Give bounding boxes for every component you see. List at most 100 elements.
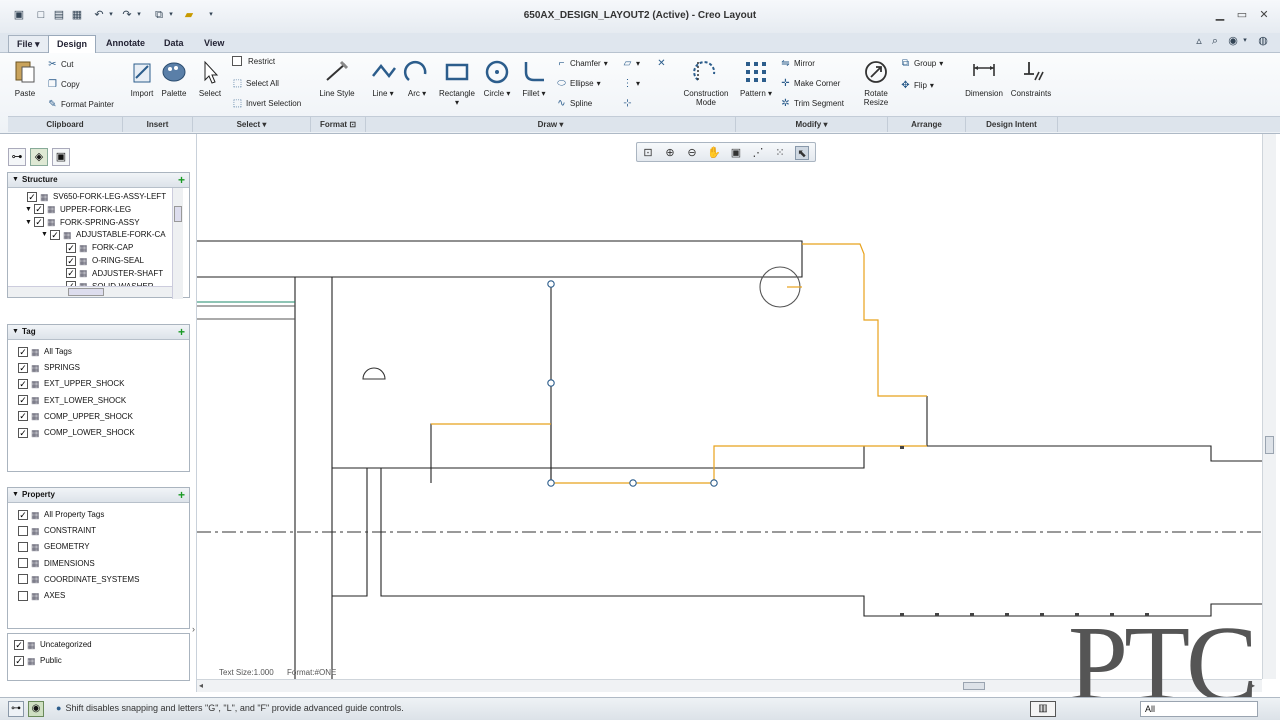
pattern-button[interactable]: Pattern ▾ bbox=[738, 58, 774, 98]
ellipse-button[interactable]: ⬭ Ellipse ▾ bbox=[556, 78, 600, 89]
line-style-button[interactable]: Line Style bbox=[318, 58, 356, 98]
structure-item[interactable]: ▼ ✓ ▦ FORK-SPRING-ASSY bbox=[25, 216, 140, 229]
pan-icon[interactable]: ✋ bbox=[707, 146, 721, 160]
maximize-icon[interactable]: ▭ bbox=[1235, 9, 1249, 22]
category-item[interactable]: ✓ ▦ Public bbox=[14, 654, 62, 667]
point-button[interactable]: ⋮ ▾ bbox=[622, 78, 641, 89]
vertex-point[interactable] bbox=[547, 280, 555, 288]
folder-icon[interactable]: ▰ bbox=[182, 8, 196, 22]
copy-button[interactable]: ❐ Copy bbox=[47, 79, 80, 90]
format-painter-button[interactable]: ✎ Format Painter bbox=[47, 99, 114, 110]
trim-segment-button[interactable]: ✲ Trim Segment bbox=[780, 98, 844, 109]
group-modify[interactable]: Modify ▾ bbox=[736, 116, 888, 132]
structure-checkbox[interactable]: ✓ bbox=[66, 268, 76, 279]
group-draw[interactable]: Draw ▾ bbox=[366, 116, 736, 132]
pane-expand-icon[interactable]: › bbox=[192, 624, 195, 634]
layout-sketch[interactable] bbox=[197, 134, 1262, 679]
tag-checkbox[interactable]: ✓ bbox=[18, 378, 28, 389]
line-button[interactable]: Line ▾ bbox=[366, 58, 400, 98]
expand-icon[interactable]: ▼ bbox=[25, 219, 34, 226]
collapse-icon[interactable]: ▼ bbox=[12, 173, 19, 187]
structure-item[interactable]: ▼ ✓ ▦ ADJUSTABLE-FORK-CA bbox=[41, 228, 166, 241]
invert-selection-button[interactable]: ⬚ Invert Selection bbox=[232, 98, 301, 109]
customize-toolbar-icon[interactable]: ▾ bbox=[204, 8, 218, 22]
category-checkbox[interactable]: ✓ bbox=[14, 655, 24, 666]
property-checkbox[interactable]: ✓ bbox=[18, 509, 28, 520]
minimize-icon[interactable]: ▁ bbox=[1213, 9, 1227, 22]
construction-mode-button[interactable]: Construction Mode bbox=[680, 58, 732, 107]
property-item[interactable]: ▦ CONSTRAINT bbox=[18, 524, 96, 537]
tab-annotate[interactable]: Annotate bbox=[98, 35, 153, 53]
lower-profile-line[interactable] bbox=[380, 468, 1262, 617]
tag-item[interactable]: ✓ ▦ EXT_UPPER_SHOCK bbox=[18, 377, 124, 390]
model-tree-icon[interactable]: ⊶ bbox=[8, 148, 26, 166]
circle-button[interactable]: Circle ▾ bbox=[478, 58, 516, 98]
spline-button[interactable]: ∿ Spline bbox=[556, 98, 592, 109]
selection-filter[interactable]: All bbox=[1140, 701, 1258, 717]
help-dropdown-icon[interactable]: ▾ bbox=[1238, 34, 1252, 48]
property-item[interactable]: ▦ AXES bbox=[18, 589, 65, 602]
category-item[interactable]: ✓ ▦ Uncategorized bbox=[14, 638, 92, 651]
constraints-button[interactable]: Constraints bbox=[1008, 58, 1054, 98]
tag-checkbox[interactable]: ✓ bbox=[18, 362, 28, 373]
chamfer-button[interactable]: ⌐ Chamfer ▾ bbox=[556, 58, 608, 69]
structure-checkbox[interactable]: ✓ bbox=[27, 191, 37, 202]
expand-icon[interactable]: ▼ bbox=[41, 231, 50, 238]
snap-icon[interactable]: ⋰ bbox=[751, 146, 765, 160]
open-icon[interactable]: ▤ bbox=[52, 8, 66, 22]
tag-item[interactable]: ✓ ▦ All Tags bbox=[18, 345, 72, 358]
structure-item[interactable]: ✓ ▦ ADJUSTER-SHAFT bbox=[66, 267, 163, 280]
paste-button[interactable]: Paste bbox=[8, 58, 42, 98]
zoom-out-icon[interactable]: ⊖ bbox=[685, 146, 699, 160]
search-icon[interactable]: ⌕ bbox=[1208, 34, 1222, 48]
property-checkbox[interactable] bbox=[18, 541, 28, 552]
select-mode-icon[interactable]: ⬉ bbox=[795, 146, 809, 160]
canvas-vscroll-thumb[interactable] bbox=[1265, 436, 1274, 454]
group-format[interactable]: Format ⊡ bbox=[311, 116, 366, 132]
tag-checkbox[interactable]: ✓ bbox=[18, 427, 28, 438]
vertex-point[interactable] bbox=[547, 379, 555, 387]
structure-vscroll-thumb[interactable] bbox=[174, 206, 182, 222]
add-icon[interactable]: + bbox=[178, 325, 185, 339]
property-checkbox[interactable] bbox=[18, 574, 28, 585]
save-icon[interactable]: ▦ bbox=[70, 8, 84, 22]
import-button[interactable]: Import bbox=[126, 58, 158, 98]
group-insert[interactable]: Insert bbox=[123, 116, 193, 132]
category-checkbox[interactable]: ✓ bbox=[14, 639, 24, 650]
graphics-canvas[interactable]: Text Size:1.000 Format:#ONE bbox=[197, 134, 1262, 679]
cut-button[interactable]: ✂ Cut bbox=[47, 59, 73, 70]
structure-hscroll[interactable] bbox=[8, 286, 172, 297]
online-icon[interactable]: ◍ bbox=[1256, 34, 1270, 48]
property-checkbox[interactable] bbox=[18, 590, 28, 601]
mirror-button[interactable]: ⇋ Mirror bbox=[780, 58, 815, 69]
structure-item[interactable]: ✓ ▦ SV650-FORK-LEG-ASSY-LEFT bbox=[18, 190, 166, 203]
layers-icon[interactable]: ◈ bbox=[30, 148, 48, 166]
structure-checkbox[interactable]: ✓ bbox=[34, 204, 44, 215]
canvas-hscroll-thumb[interactable] bbox=[963, 682, 985, 690]
collapse-icon[interactable]: ▼ bbox=[12, 325, 19, 339]
tag-checkbox[interactable]: ✓ bbox=[18, 395, 28, 406]
tag-item[interactable]: ✓ ▦ SPRINGS bbox=[18, 361, 80, 374]
tag-item[interactable]: ✓ ▦ COMP_LOWER_SHOCK bbox=[18, 426, 135, 439]
tag-item[interactable]: ✓ ▦ EXT_LOWER_SHOCK bbox=[18, 394, 126, 407]
property-checkbox[interactable] bbox=[18, 525, 28, 536]
sheets-icon[interactable]: ▣ bbox=[52, 148, 70, 166]
rotate-resize-button[interactable]: Rotate Resize bbox=[858, 58, 894, 107]
parallelogram-button[interactable]: ▱ ▾ bbox=[622, 58, 640, 69]
structure-hscroll-thumb[interactable] bbox=[68, 288, 104, 296]
canvas-vscroll[interactable] bbox=[1262, 134, 1276, 679]
close-icon[interactable]: ✕ bbox=[1257, 9, 1271, 22]
tab-design[interactable]: Design bbox=[48, 35, 97, 53]
tab-data[interactable]: Data bbox=[156, 35, 192, 53]
collapse-icon[interactable]: ▼ bbox=[12, 488, 19, 502]
select-button[interactable]: Select bbox=[194, 58, 226, 98]
property-item[interactable]: ▦ COORDINATE_SYSTEMS bbox=[18, 573, 139, 586]
structure-checkbox[interactable]: ✓ bbox=[66, 255, 76, 266]
add-icon[interactable]: + bbox=[178, 488, 185, 502]
tab-view[interactable]: View bbox=[196, 35, 232, 53]
repaint-icon[interactable]: ▣ bbox=[729, 146, 743, 160]
coordinate-system-button[interactable]: ⊹ bbox=[622, 98, 633, 109]
navigator-toggle-icon[interactable]: ⊶ bbox=[8, 701, 24, 717]
add-icon[interactable]: + bbox=[178, 173, 185, 187]
property-item[interactable]: ▦ GEOMETRY bbox=[18, 540, 90, 553]
